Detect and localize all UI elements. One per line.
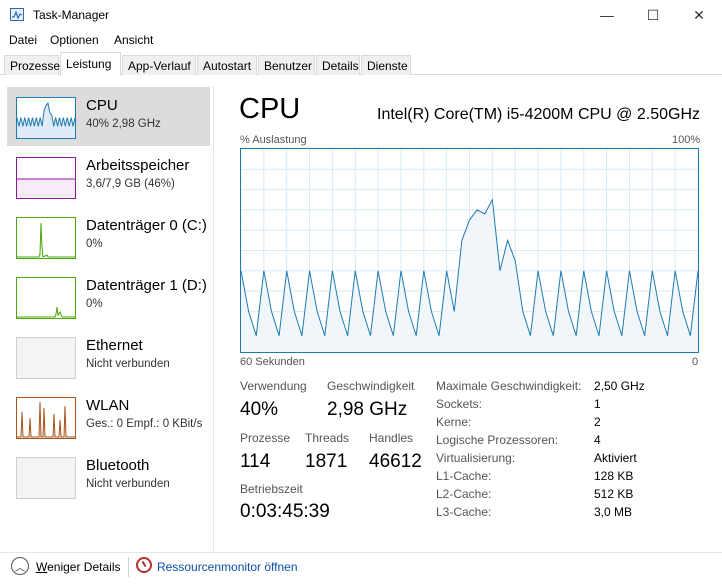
sidebar-item-cpu[interactable]: CPU 40% 2,98 GHz [7, 87, 210, 146]
tab-details[interactable]: Details [316, 55, 360, 75]
detail-value: 4 [594, 433, 601, 447]
uptime-label: Betriebszeit [240, 482, 303, 496]
title-bar: Task-Manager — ☐ ✕ [0, 0, 722, 30]
threads-label: Threads [305, 431, 350, 445]
detail-label: Maximale Geschwindigkeit: [436, 379, 582, 393]
speed-value: 2,98 GHz [327, 399, 408, 420]
sidebar-item-label: Arbeitsspeicher [86, 157, 190, 174]
bluetooth-graph-icon [16, 457, 76, 499]
sidebar-item-sublabel: 0% [86, 298, 103, 310]
threads-value: 1871 [305, 451, 348, 472]
footer-divider [0, 552, 722, 553]
cpu-usage-graph [240, 148, 699, 353]
processes-value: 114 [240, 451, 271, 472]
sidebar-item-label: CPU [86, 97, 118, 114]
tab-autostart[interactable]: Autostart [197, 55, 257, 75]
detail-label: Kerne: [436, 415, 472, 429]
sidebar-item-ethernet[interactable]: Ethernet Nicht verbunden [7, 327, 210, 386]
menu-ansicht[interactable]: Ansicht [114, 33, 153, 47]
ethernet-graph-icon [16, 337, 76, 379]
chevron-up-icon[interactable]: ︿ [11, 557, 29, 575]
sidebar-item-label: Datenträger 1 (D:) [86, 277, 207, 294]
sidebar-item-disk0[interactable]: Datenträger 0 (C:) 0% [7, 207, 210, 266]
sidebar-item-sublabel: 40% 2,98 GHz [86, 118, 161, 130]
detail-value: 2,50 GHz [594, 379, 645, 393]
wlan-graph-icon [16, 397, 76, 439]
sidebar-item-sublabel: 0% [86, 238, 103, 250]
tab-dienste[interactable]: Dienste [361, 55, 411, 75]
handles-label: Handles [369, 431, 414, 445]
detail-label: L2-Cache: [436, 487, 492, 501]
sidebar-item-memory[interactable]: Arbeitsspeicher 3,6/7,9 GB (46%) [7, 147, 210, 206]
processes-label: Prozesse [240, 431, 291, 445]
maximize-icon: ☐ [646, 6, 660, 23]
menu-bar: Datei Optionen Ansicht [0, 31, 722, 49]
sidebar-item-sublabel: Nicht verbunden [86, 358, 170, 370]
sidebar-item-sublabel: 3,6/7,9 GB (46%) [86, 178, 175, 190]
usage-label: Verwendung [240, 379, 307, 393]
sidebar-item-label: WLAN [86, 397, 130, 414]
graph-max-label: 100% [672, 134, 701, 146]
tab-leistung[interactable]: Leistung [60, 52, 121, 76]
speed-label: Geschwindigkeit [327, 379, 415, 393]
resource-sidebar: CPU 40% 2,98 GHz Arbeitsspeicher 3,6/7,9… [4, 84, 212, 554]
maximize-button[interactable]: ☐ [630, 0, 676, 30]
fewer-details-mnemonic: W [36, 560, 48, 574]
disk-graph-icon [16, 217, 76, 259]
close-icon: ✕ [693, 6, 705, 23]
detail-label: Logische Prozessoren: [436, 433, 559, 447]
usage-value: 40% [240, 399, 279, 420]
detail-value: 128 KB [594, 469, 634, 483]
tab-prozesse[interactable]: Prozesse [4, 55, 60, 75]
graph-y-label: % Auslastung [240, 134, 307, 146]
tab-benutzer[interactable]: Benutzer [258, 55, 315, 75]
uptime-value: 0:03:45:39 [240, 501, 330, 522]
footer-separator [128, 557, 129, 577]
window-title: Task-Manager [33, 8, 110, 22]
detail-label: L1-Cache: [436, 469, 492, 483]
sidebar-item-label: Ethernet [86, 337, 143, 354]
cpu-model-name: Intel(R) Core(TM) i5-4200M CPU @ 2.50GHz [377, 106, 700, 123]
menu-datei[interactable]: Datei [9, 33, 37, 47]
detail-value: 512 KB [594, 487, 634, 501]
sidebar-item-disk1[interactable]: Datenträger 1 (D:) 0% [7, 267, 210, 326]
detail-label: L3-Cache: [436, 505, 492, 519]
detail-value: 2 [594, 415, 601, 429]
menu-optionen[interactable]: Optionen [50, 33, 99, 47]
sidebar-item-wlan[interactable]: WLAN Ges.: 0 Empf.: 0 KBit/s [7, 387, 210, 446]
close-button[interactable]: ✕ [676, 0, 722, 30]
resource-monitor-icon[interactable] [136, 557, 152, 573]
tab-bar: Prozesse Leistung App-Verlauf Autostart … [4, 52, 720, 76]
detail-value: Aktiviert [594, 451, 637, 465]
disk-graph-icon [16, 277, 76, 319]
sidebar-divider [213, 86, 214, 552]
resource-monitor-link[interactable]: Ressourcenmonitor öffnen [157, 560, 298, 574]
sidebar-item-bluetooth[interactable]: Bluetooth Nicht verbunden [7, 447, 210, 506]
sidebar-item-sublabel: Ges.: 0 Empf.: 0 KBit/s [86, 418, 203, 430]
handles-value: 46612 [369, 451, 422, 472]
minimize-icon: — [600, 7, 614, 23]
minimize-button[interactable]: — [584, 0, 630, 30]
graph-x-end-label: 0 [692, 356, 699, 368]
detail-label: Virtualisierung: [436, 451, 516, 465]
fewer-details-link[interactable]: Weniger Details [36, 560, 120, 574]
detail-value: 1 [594, 397, 601, 411]
detail-label: Sockets: [436, 397, 483, 411]
sidebar-item-label: Bluetooth [86, 457, 150, 474]
detail-value: 3,0 MB [594, 505, 633, 519]
task-manager-icon [10, 8, 24, 21]
cpu-graph-icon [16, 97, 76, 139]
sidebar-item-label: Datenträger 0 (C:) [86, 217, 207, 234]
page-title: CPU [239, 93, 301, 125]
graph-x-label: 60 Sekunden [240, 356, 305, 368]
tab-app-verlauf[interactable]: App-Verlauf [122, 55, 196, 75]
fewer-details-label: eniger Details [47, 560, 121, 574]
sidebar-item-sublabel: Nicht verbunden [86, 478, 170, 490]
memory-graph-icon [16, 157, 76, 199]
